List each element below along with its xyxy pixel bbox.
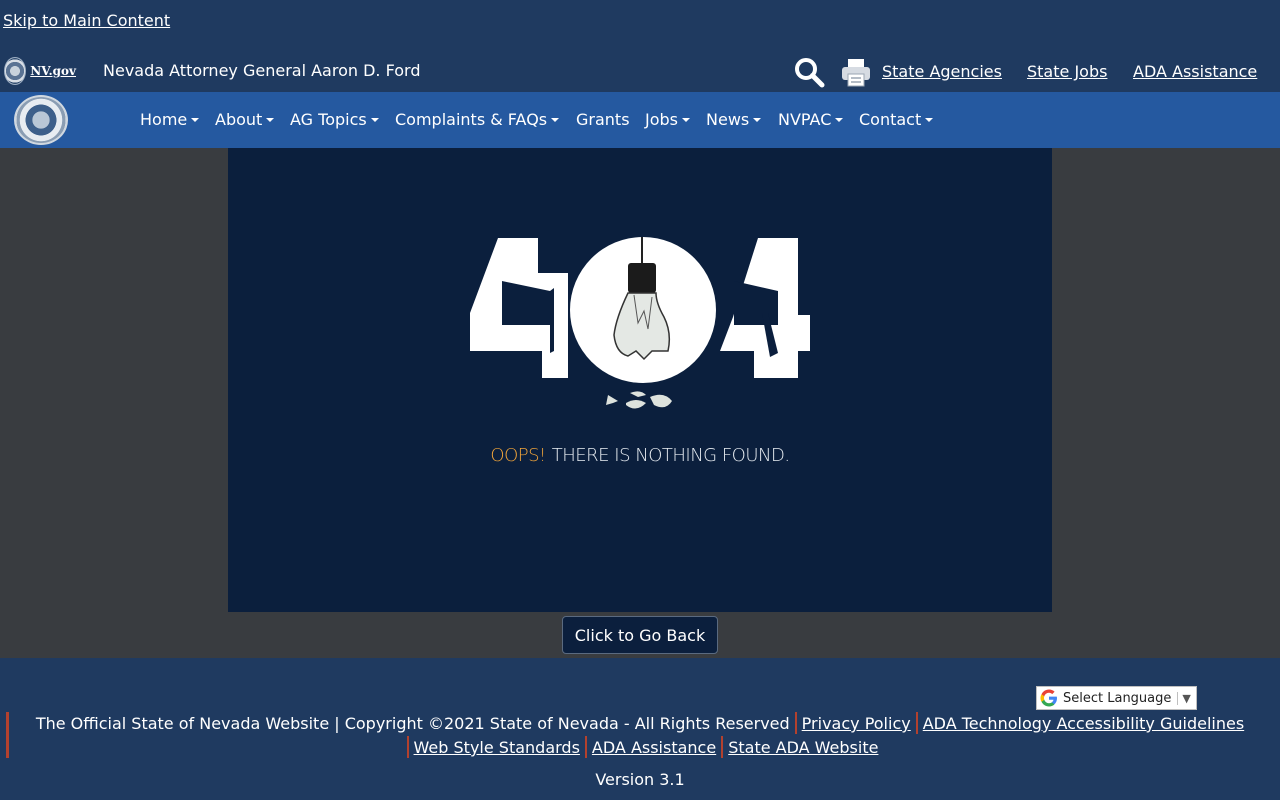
nav-item-grants[interactable]: Grants bbox=[576, 110, 630, 129]
copyright-text: The Official State of Nevada Website | C… bbox=[35, 714, 790, 733]
footer-line-2: Web Style Standards ADA Assistance State A… bbox=[0, 736, 1280, 758]
chevron-down-icon: ▼ bbox=[1177, 691, 1191, 705]
nav-item-news[interactable]: News bbox=[706, 110, 762, 129]
nav-item-about[interactable]: About bbox=[215, 110, 275, 129]
nav-label: Complaints & FAQs bbox=[395, 110, 548, 129]
nav-item-home[interactable]: Home bbox=[140, 110, 200, 129]
nav-item-jobs[interactable]: Jobs bbox=[645, 110, 690, 129]
chevron-down-icon bbox=[266, 118, 275, 122]
nav-label: NVPAC bbox=[778, 110, 832, 129]
main-content: OOPS! THERE IS NOTHING FOUND. Click to Go… bbox=[0, 148, 1280, 658]
oops-text: OOPS! bbox=[490, 445, 546, 466]
chevron-down-icon bbox=[753, 118, 762, 122]
nav-label: Home bbox=[140, 110, 188, 129]
error-404-graphic bbox=[470, 237, 810, 409]
search-icon[interactable] bbox=[793, 56, 825, 88]
nevada-seal-icon bbox=[4, 57, 27, 85]
error-panel: OOPS! THERE IS NOTHING FOUND. bbox=[228, 148, 1052, 612]
ada-guidelines-link[interactable]: ADA Technology Accessibility Guidelines bbox=[923, 714, 1244, 733]
version-text: Version 3.1 bbox=[595, 770, 685, 789]
nvgov-logo-text: NV.gov bbox=[30, 64, 76, 78]
chevron-down-icon bbox=[682, 118, 690, 122]
footer-line-1: The Official State of Nevada Website | C… bbox=[0, 712, 1280, 734]
language-select[interactable]: Select Language ▼ bbox=[1036, 686, 1197, 710]
top-bar: NV.gov Nevada Attorney General Aaron D. … bbox=[0, 48, 1280, 92]
language-select-label: Select Language bbox=[1063, 690, 1172, 706]
separator bbox=[721, 736, 724, 758]
attorney-general-seal-icon[interactable] bbox=[14, 95, 68, 145]
ada-assistance-link[interactable]: ADA Assistance bbox=[1133, 62, 1257, 81]
chevron-down-icon bbox=[835, 118, 844, 122]
separator bbox=[406, 736, 409, 758]
nvgov-logo[interactable]: NV.gov bbox=[4, 56, 76, 86]
site-title: Nevada Attorney General Aaron D. Ford bbox=[103, 61, 421, 80]
main-nav: Home About AG Topics Complaints & FAQs G… bbox=[0, 92, 1280, 148]
nav-item-ag-topics[interactable]: AG Topics bbox=[290, 110, 379, 129]
footer-ada-assistance-link[interactable]: ADA Assistance bbox=[592, 738, 716, 757]
go-back-button[interactable]: Click to Go Back bbox=[562, 616, 718, 654]
nav-item-nvpac[interactable]: NVPAC bbox=[778, 110, 844, 129]
chevron-down-icon bbox=[925, 118, 934, 122]
nothing-found-text: THERE IS NOTHING FOUND. bbox=[551, 445, 790, 466]
skip-to-main-link[interactable]: Skip to Main Content bbox=[3, 11, 170, 30]
state-agencies-link[interactable]: State Agencies bbox=[882, 62, 1002, 81]
privacy-policy-link[interactable]: Privacy Policy bbox=[802, 714, 911, 733]
nav-item-contact[interactable]: Contact bbox=[859, 110, 934, 129]
google-icon bbox=[1040, 689, 1057, 707]
separator bbox=[584, 736, 587, 758]
nav-label: Grants bbox=[576, 110, 630, 129]
nav-label: AG Topics bbox=[290, 110, 367, 129]
chevron-down-icon bbox=[551, 118, 560, 122]
state-ada-website-link[interactable]: State ADA Website bbox=[728, 738, 878, 757]
nav-label: Jobs bbox=[645, 110, 678, 129]
separator bbox=[794, 712, 797, 734]
chevron-down-icon bbox=[191, 118, 200, 122]
separator bbox=[915, 712, 918, 734]
web-style-standards-link[interactable]: Web Style Standards bbox=[414, 738, 580, 757]
nav-item-complaints-faqs[interactable]: Complaints & FAQs bbox=[395, 110, 560, 129]
nav-label: News bbox=[706, 110, 750, 129]
footer: Select Language ▼ The Official State of … bbox=[0, 658, 1280, 800]
chevron-down-icon bbox=[370, 118, 379, 122]
error-message: OOPS! THERE IS NOTHING FOUND. bbox=[228, 445, 1052, 466]
state-jobs-link[interactable]: State Jobs bbox=[1027, 62, 1107, 81]
nav-label: Contact bbox=[859, 110, 922, 129]
nav-label: About bbox=[215, 110, 263, 129]
print-icon[interactable] bbox=[840, 56, 872, 88]
